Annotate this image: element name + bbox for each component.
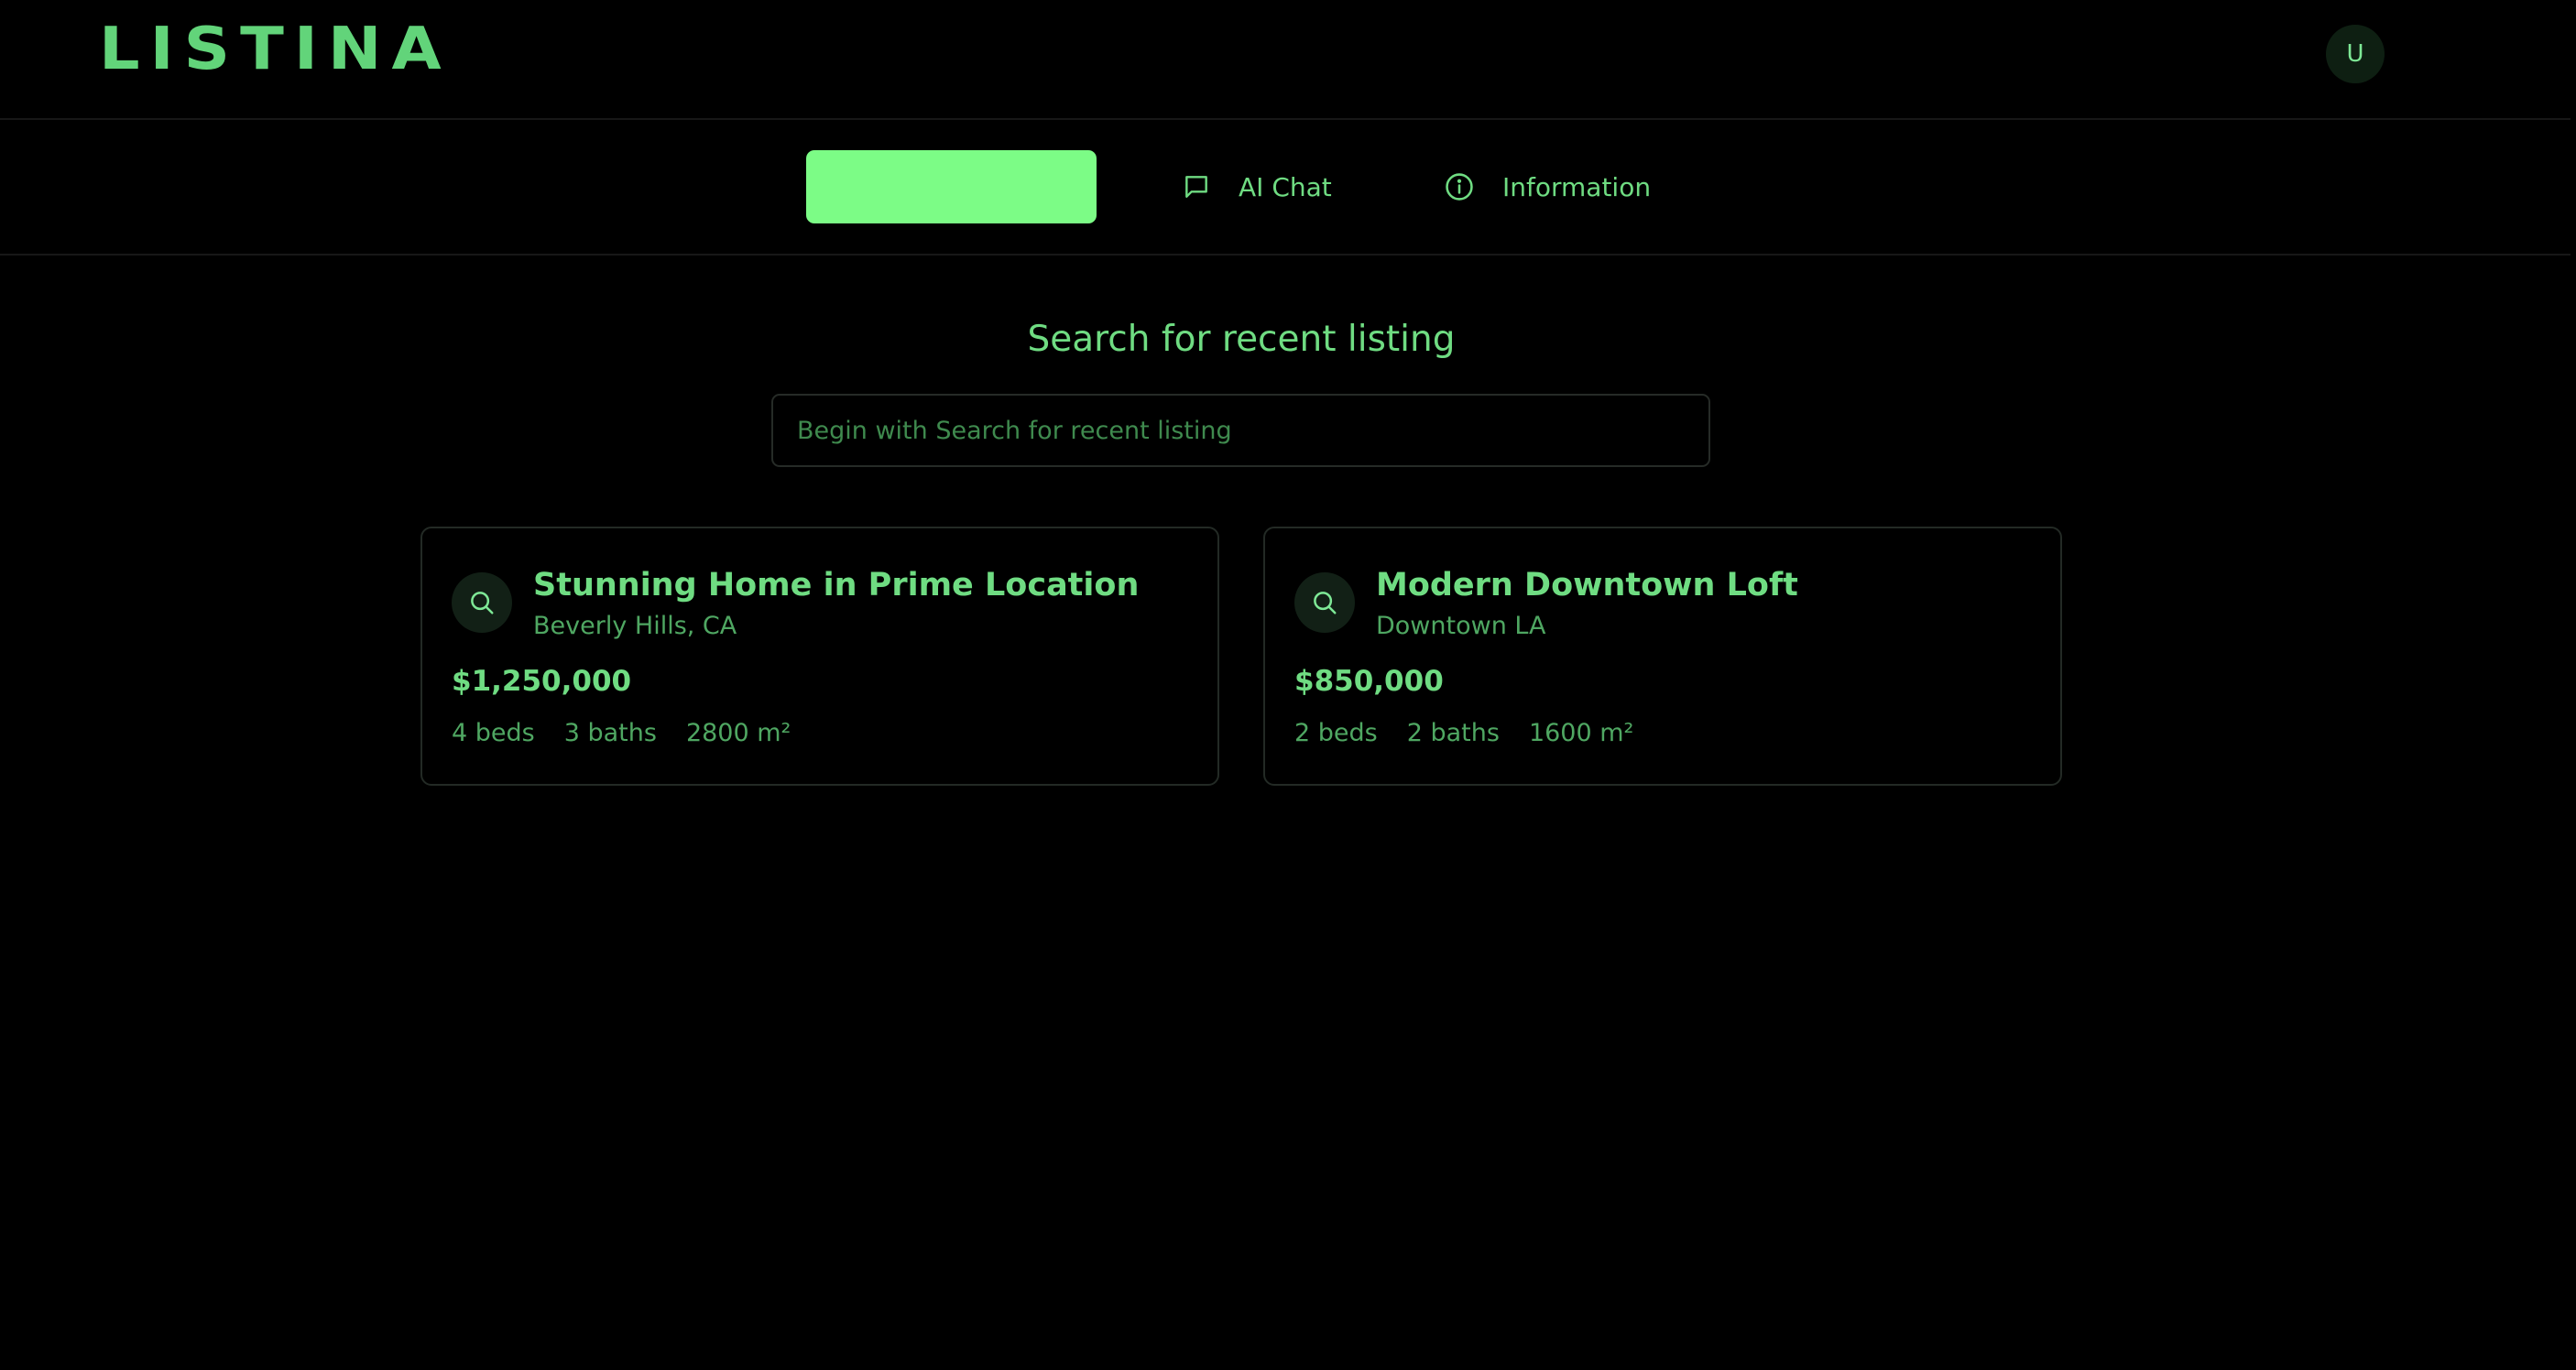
listing-price: $1,250,000 bbox=[452, 665, 632, 698]
listina-logo[interactable]: LISTINA bbox=[99, 19, 452, 78]
listing-card[interactable]: Stunning Home in Prime Location Beverly … bbox=[420, 527, 1219, 786]
listing-price: $850,000 bbox=[1294, 665, 1444, 698]
listing-location: Beverly Hills, CA bbox=[533, 612, 737, 640]
page: LISTINA U AI Chat Information Search for… bbox=[0, 0, 2576, 1370]
listing-specs: 4 beds 3 baths 2800 m² bbox=[452, 717, 791, 750]
chat-bubble-icon bbox=[1182, 172, 1211, 201]
nav-tab-information-label: Information bbox=[1502, 171, 1652, 202]
listing-area: 1600 m² bbox=[1528, 719, 1634, 747]
search-heading: Search for recent listing bbox=[1027, 319, 1456, 360]
nav-tab-ai-chat-label: AI Chat bbox=[1239, 171, 1332, 202]
listing-location: Downtown LA bbox=[1376, 612, 1546, 640]
user-avatar[interactable]: U bbox=[2326, 25, 2385, 83]
listing-specs: 2 beds 2 baths 1600 m² bbox=[1294, 717, 1633, 750]
nav-tab-information[interactable]: Information bbox=[1444, 150, 1651, 223]
listing-title: Modern Downtown Loft bbox=[1376, 567, 1798, 603]
search-icon bbox=[452, 572, 512, 633]
search-input[interactable] bbox=[771, 394, 1710, 467]
listing-baths: 3 baths bbox=[563, 719, 657, 747]
listing-area: 2800 m² bbox=[685, 719, 791, 747]
listing-card[interactable]: Modern Downtown Loft Downtown LA $850,00… bbox=[1263, 527, 2062, 786]
listing-title: Stunning Home in Prime Location bbox=[533, 567, 1140, 603]
top-header: LISTINA U bbox=[0, 0, 2571, 120]
listing-beds: 2 beds bbox=[1294, 719, 1378, 747]
main-nav: AI Chat Information bbox=[0, 120, 2571, 256]
info-icon bbox=[1444, 171, 1475, 202]
nav-tab-ai-chat[interactable]: AI Chat bbox=[1182, 150, 1332, 223]
listing-beds: 4 beds bbox=[452, 719, 535, 747]
nav-tab-active[interactable] bbox=[806, 150, 1097, 223]
listing-baths: 2 baths bbox=[1406, 719, 1500, 747]
search-icon bbox=[1294, 572, 1355, 633]
